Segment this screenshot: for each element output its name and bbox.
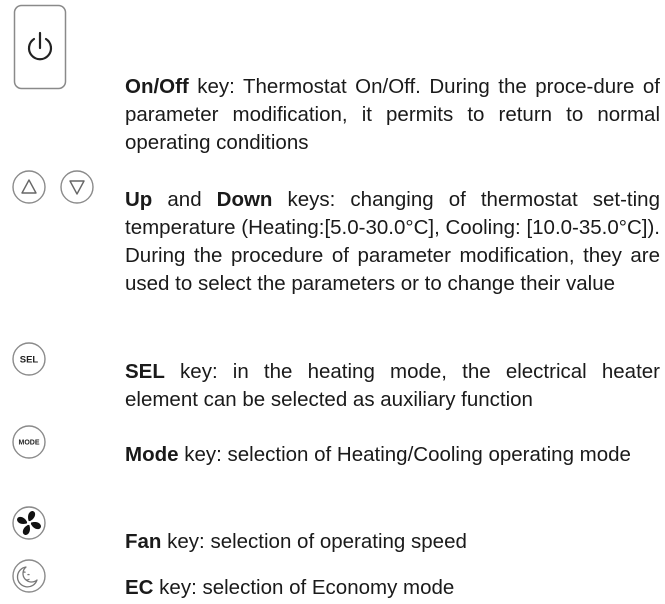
onoff-key-text: key: Thermostat On/Off. During the proce…: [125, 75, 660, 154]
ec-key-text: key: selection of Economy mode: [153, 576, 455, 599]
mode-icon-label: MODE: [19, 440, 40, 447]
fan-key-text: key: selection of operating speed: [161, 530, 467, 553]
down-arrow-icon: [59, 169, 95, 205]
sel-key-description: SEL key: in the heating mode, the electr…: [125, 358, 660, 414]
mode-key-description: Mode key: selection of Heating/Cooling o…: [125, 441, 660, 469]
updown-key-description: Up and Down keys: changing of thermostat…: [125, 186, 660, 298]
sel-icon-label: SEL: [20, 355, 39, 366]
fan-key-name: Fan: [125, 530, 162, 553]
ec-key-name: EC: [125, 576, 154, 599]
up-key-name: Up: [125, 188, 153, 211]
fan-icon: [11, 505, 47, 541]
sel-icon: SEL: [11, 341, 47, 377]
moon-icon: [11, 558, 47, 594]
onoff-key-description: On/Off key: Thermostat On/Off. During th…: [125, 73, 660, 157]
sel-key-text: key: in the heating mode, the electrical…: [125, 360, 660, 411]
mode-key-text: key: selection of Heating/Cooling operat…: [178, 443, 631, 466]
onoff-key-name: On/Off: [125, 75, 189, 98]
sel-key-name: SEL: [125, 360, 165, 383]
mode-icon: MODE: [11, 424, 47, 460]
ec-key-description: EC key: selection of Economy mode: [125, 574, 660, 602]
power-icon: [13, 4, 67, 90]
mode-key-name: Mode: [125, 443, 179, 466]
fan-key-description: Fan key: selection of operating speed: [125, 528, 660, 556]
up-arrow-icon: [11, 169, 47, 205]
down-key-name: Down: [216, 188, 273, 211]
updown-key-and: and: [152, 188, 217, 211]
